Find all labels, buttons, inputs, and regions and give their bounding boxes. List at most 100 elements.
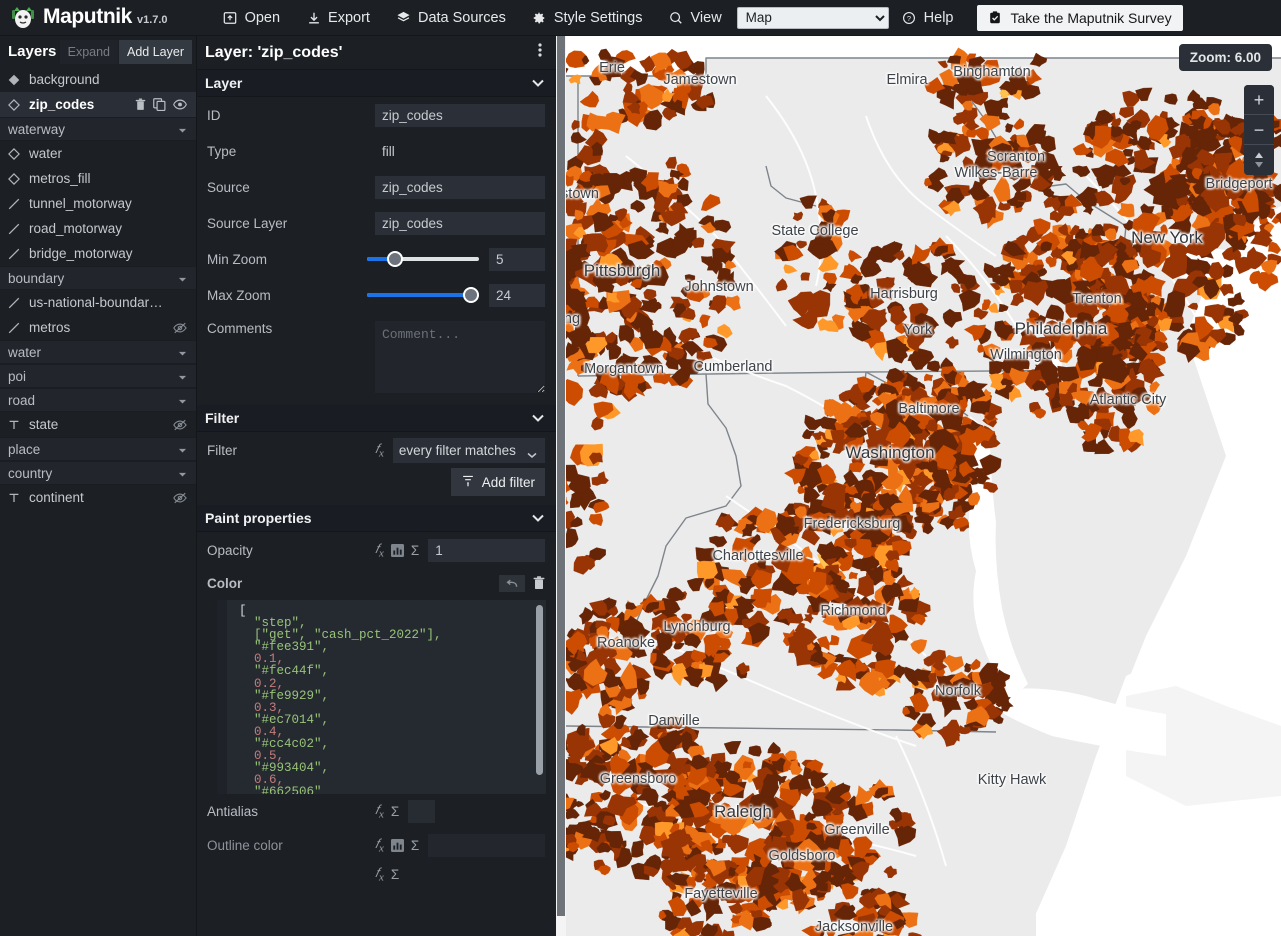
sidebar-item-tunnel_motorway[interactable]: tunnel_motorway (0, 191, 196, 216)
field-source-layer: Source Layer (197, 205, 556, 241)
add-layer-button[interactable]: Add Layer (119, 39, 192, 64)
maputnik-app: Maputnik v1.7.0 Open Export Data Sources… (0, 0, 1281, 936)
field-outline-color: Outline color 𝑓x Σ (197, 828, 556, 862)
zip-polygon (566, 175, 574, 187)
open-label: Open (244, 9, 281, 26)
zoom-in-button[interactable]: + (1244, 85, 1274, 115)
export-button[interactable]: Export (293, 4, 383, 32)
properties-header: Layer: 'zip_codes' (197, 36, 556, 70)
text-icon (8, 419, 25, 431)
chevron-down-icon[interactable] (178, 122, 187, 137)
data-function-icon[interactable]: Σ (411, 543, 419, 558)
clipboard-check-icon (988, 10, 1003, 25)
layer-row-actions (135, 98, 196, 111)
layer-group-water[interactable]: water (0, 340, 196, 364)
layer-group-waterway[interactable]: waterway (0, 117, 196, 141)
view-mode-select[interactable]: Map (736, 6, 889, 29)
comments-textarea[interactable] (375, 321, 545, 393)
chevron-down-icon[interactable] (178, 393, 187, 408)
map-viewport[interactable]: Erie Jamestown Elmira Binghamton Scranton Wil… (566, 36, 1281, 936)
layer-group-boundary[interactable]: boundary (0, 266, 196, 290)
chevron-down-icon[interactable] (178, 466, 187, 481)
min-zoom-slider[interactable] (367, 251, 479, 267)
section-paint-header[interactable]: Paint properties (197, 505, 556, 532)
chevron-down-icon[interactable] (178, 369, 187, 384)
sidebar-item-metros_fill[interactable]: metros_fill (0, 166, 196, 191)
layer-group-road[interactable]: road (0, 388, 196, 412)
color-expression-code[interactable]: [ "step", ["get", "cash_pct_2022"], "#fe… (227, 600, 546, 794)
layers-sidebar: Layers Expand Add Layer background zip_co… (0, 36, 196, 936)
field-id: ID (197, 97, 556, 133)
layer-row-label: zip_codes (29, 97, 95, 112)
expand-layers-button[interactable]: Expand (59, 39, 119, 64)
antialias-checkbox[interactable] (408, 799, 436, 823)
layer-properties-panel: Layer: 'zip_codes' Layer ID Type So (196, 36, 556, 936)
sidebar-item-zip_codes[interactable]: zip_codes (0, 92, 196, 117)
help-button[interactable]: ? Help (889, 4, 967, 32)
chevron-down-icon[interactable] (178, 271, 187, 286)
undo-icon[interactable] (499, 574, 525, 592)
data-function-icon[interactable]: Σ (391, 804, 399, 819)
zoom-function-icon[interactable] (390, 838, 404, 852)
layer-source-input[interactable] (375, 175, 545, 199)
data-sources-button[interactable]: Data Sources (383, 4, 519, 32)
sidebar-item-continent[interactable]: continent (0, 485, 196, 510)
zoom-function-icon[interactable] (390, 543, 404, 557)
section-paint-title: Paint properties (205, 510, 312, 526)
add-filter-button[interactable]: Add filter (450, 468, 545, 496)
compass-button[interactable] (1244, 145, 1274, 175)
map-canvas[interactable] (566, 36, 1281, 936)
layer-group-label: boundary (8, 270, 65, 286)
filter-funnel-icon (461, 474, 475, 490)
max-zoom-thumb[interactable] (463, 287, 479, 303)
sidebar-item-water[interactable]: water (0, 141, 196, 166)
min-zoom-thumb[interactable] (387, 251, 404, 267)
scrollbar-thumb[interactable] (557, 36, 565, 916)
open-button[interactable]: Open (210, 4, 293, 32)
sidebar-item-road_motorway[interactable]: road_motorway (0, 216, 196, 241)
function-icon[interactable]: 𝑓x (375, 541, 384, 560)
function-icon[interactable]: 𝑓x (375, 865, 384, 884)
layer-group-label: water (8, 344, 42, 360)
section-layer-header[interactable]: Layer (197, 70, 556, 97)
field-outline-color-label: Outline color (207, 837, 283, 853)
layer-group-poi[interactable]: poi (0, 364, 196, 388)
layer-group-place[interactable]: place (0, 437, 196, 461)
chevron-down-icon[interactable] (178, 345, 187, 360)
open-icon (223, 10, 238, 25)
function-icon[interactable]: 𝑓x (375, 836, 384, 855)
chevron-down-icon[interactable] (178, 442, 187, 457)
properties-panel-scrollbar[interactable] (556, 36, 566, 936)
layer-group-label: country (8, 465, 53, 481)
function-icon[interactable]: 𝑓x (375, 802, 384, 821)
section-filter-header[interactable]: Filter (197, 405, 556, 432)
max-zoom-slider[interactable] (367, 287, 479, 303)
view-button[interactable]: View (656, 4, 735, 32)
kebab-menu-icon[interactable] (534, 40, 546, 65)
sidebar-item-us-national-boundar[interactable]: us-national-boundar… (0, 290, 196, 315)
field-comments: Comments (197, 313, 556, 393)
sidebar-item-metros[interactable]: metros (0, 315, 196, 340)
min-zoom-value[interactable]: 5 (489, 247, 545, 271)
max-zoom-value[interactable]: 24 (489, 283, 545, 307)
opacity-input[interactable] (428, 538, 545, 562)
trash-icon[interactable] (533, 576, 545, 590)
color-expression-editor[interactable]: [ "step", ["get", "cash_pct_2022"], "#fe… (217, 600, 546, 794)
layer-group-country[interactable]: country (0, 461, 196, 485)
outline-color-swatch[interactable] (428, 833, 545, 857)
code-editor-scrollbar[interactable] (536, 605, 543, 775)
sidebar-item-state[interactable]: state (0, 412, 196, 437)
layer-id-input[interactable] (375, 103, 545, 127)
sidebar-item-bridge_motorway[interactable]: bridge_motorway (0, 241, 196, 266)
layer-source-layer-input[interactable] (375, 211, 545, 235)
filter-combinator-select[interactable]: every filter matches (392, 437, 545, 463)
layer-type-value (375, 139, 545, 163)
data-function-icon[interactable]: Σ (391, 867, 399, 882)
zoom-out-button[interactable]: − (1244, 115, 1274, 145)
visibility-icon (173, 99, 187, 110)
survey-button[interactable]: Take the Maputnik Survey (976, 4, 1183, 31)
style-settings-button[interactable]: Style Settings (519, 4, 656, 32)
sidebar-item-background[interactable]: background (0, 67, 196, 92)
data-function-icon[interactable]: Σ (411, 838, 419, 853)
function-icon[interactable]: 𝑓x (375, 441, 384, 460)
